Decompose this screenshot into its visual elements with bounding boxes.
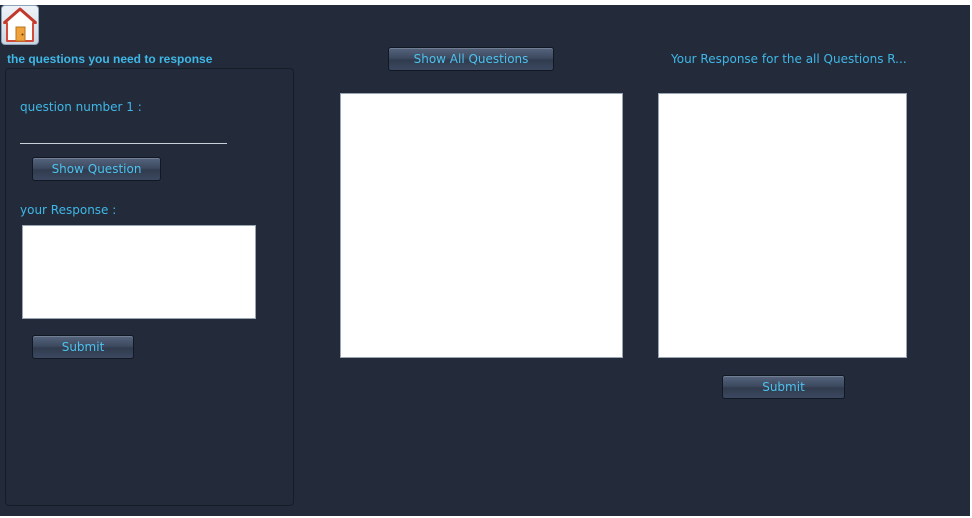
question-number-label: question number 1 : [20, 100, 142, 114]
show-all-questions-button[interactable]: Show All Questions [388, 47, 554, 71]
submit-response-button[interactable]: Submit [32, 335, 134, 359]
home-button[interactable] [1, 5, 39, 45]
questions-header: the questions you need to response [7, 52, 213, 66]
your-response-label: your Response : [20, 203, 117, 217]
show-question-button[interactable]: Show Question [32, 157, 161, 181]
submit-all-button[interactable]: Submit [722, 375, 845, 399]
home-icon [3, 7, 37, 42]
all-responses-header: Your Response for the all Questions R... [671, 52, 907, 66]
all-questions-textarea[interactable] [340, 93, 623, 358]
all-responses-textarea[interactable] [658, 93, 907, 358]
response-textarea[interactable] [22, 225, 256, 319]
question-number-input[interactable] [20, 127, 227, 144]
